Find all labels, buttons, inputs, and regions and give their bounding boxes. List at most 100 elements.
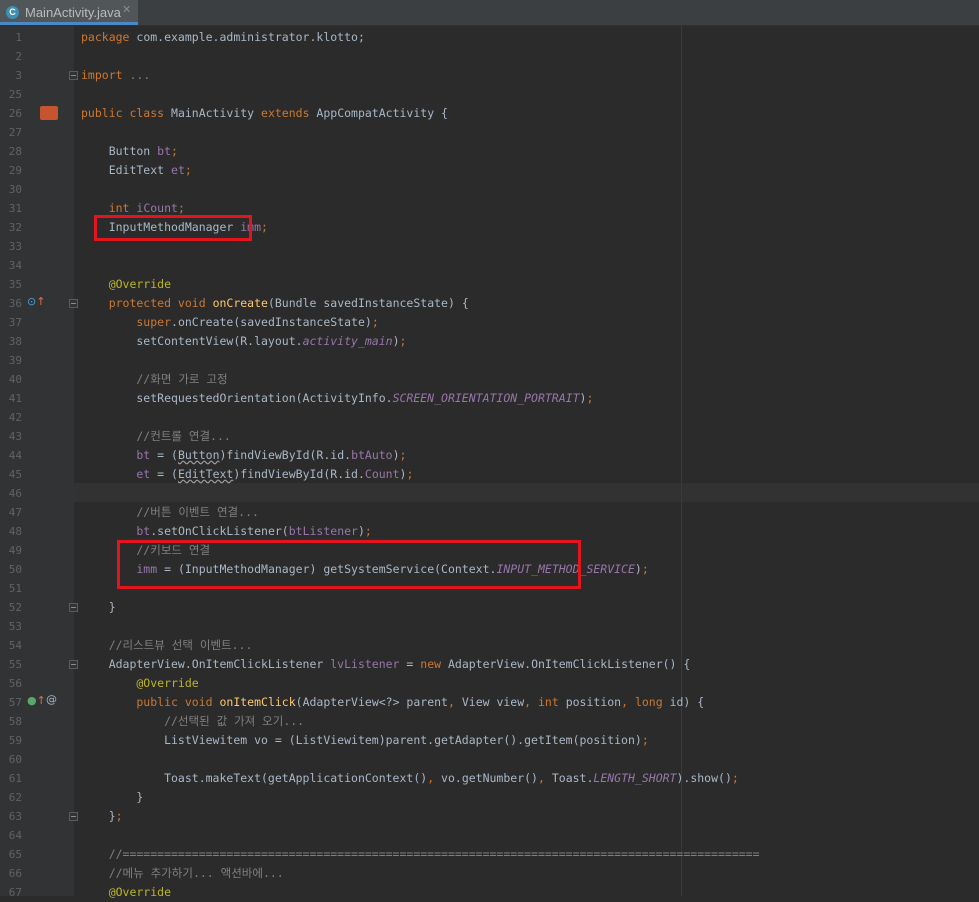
line-number: 49 bbox=[8, 544, 22, 557]
code-line[interactable]: //컨트롤 연결... bbox=[81, 427, 231, 446]
code-token: public void bbox=[81, 695, 220, 709]
code-line[interactable]: @Override bbox=[81, 883, 171, 902]
line-number: 66 bbox=[8, 867, 22, 880]
code-line[interactable]: } bbox=[81, 598, 116, 617]
code-token: , int bbox=[524, 695, 566, 709]
tab-mainactivity[interactable]: C MainActivity.java ✕ bbox=[0, 0, 138, 25]
code-token: )findViewById(R.id. bbox=[219, 448, 352, 462]
code-token: import bbox=[81, 68, 130, 82]
line-number: 63 bbox=[8, 810, 22, 823]
code-token: SCREEN_ORIENTATION_PORTRAIT bbox=[392, 391, 580, 405]
code-token: Toast. bbox=[551, 771, 594, 785]
code-token: , long bbox=[621, 695, 670, 709]
code-token: AdapterView.OnItemClickListener bbox=[81, 657, 331, 671]
implement-method-icon[interactable]: ●↑ bbox=[27, 695, 46, 707]
code-token: LENGTH_SHORT bbox=[593, 771, 677, 785]
code-token: View view bbox=[461, 695, 525, 709]
code-line[interactable]: //메뉴 추가하기... 액션바에... bbox=[81, 864, 284, 883]
code-token: extends bbox=[261, 106, 317, 120]
code-token: ; bbox=[184, 163, 192, 177]
code-token: ; bbox=[641, 733, 649, 747]
line-number: 50 bbox=[8, 563, 22, 576]
code-token: setRequestedOrientation(ActivityInfo. bbox=[81, 391, 393, 405]
fold-toggle-icon[interactable] bbox=[69, 660, 78, 669]
code-line[interactable]: //리스트뷰 선택 이벤트... bbox=[81, 636, 253, 655]
line-number: 35 bbox=[8, 278, 22, 291]
code-line[interactable]: Toast.makeText(getApplicationContext(), … bbox=[81, 769, 739, 788]
code-line[interactable]: ListViewitem vo = (ListViewitem)parent.g… bbox=[81, 731, 649, 750]
code-line[interactable]: public void onItemClick(AdapterView<?> p… bbox=[81, 693, 704, 712]
code-token: = bbox=[399, 657, 421, 671]
highlight-box-imm-field bbox=[94, 215, 252, 241]
code-token: ) bbox=[392, 334, 400, 348]
code-line[interactable]: super.onCreate(savedInstanceState); bbox=[81, 313, 378, 332]
code-token: } bbox=[81, 809, 116, 823]
line-number: 38 bbox=[8, 335, 22, 348]
code-token: ; bbox=[115, 809, 123, 823]
code-token: ; bbox=[364, 524, 372, 538]
line-number: 33 bbox=[8, 240, 22, 253]
code-line[interactable]: AdapterView.OnItemClickListener lvListen… bbox=[81, 655, 691, 674]
line-number: 55 bbox=[8, 658, 22, 671]
code-line[interactable]: //화면 가로 고정 bbox=[81, 370, 227, 389]
code-line[interactable]: bt.setOnClickListener(btListener); bbox=[81, 522, 372, 541]
code-token: //버튼 이벤트 연결... bbox=[81, 505, 259, 519]
code-token: et bbox=[81, 467, 151, 481]
code-line[interactable]: //======================================… bbox=[81, 845, 760, 864]
code-line[interactable]: }; bbox=[81, 807, 123, 826]
code-token: ) bbox=[392, 448, 400, 462]
code-line[interactable]: @Override bbox=[81, 275, 171, 294]
code-token: btListener bbox=[288, 524, 358, 538]
code-token: } bbox=[81, 790, 144, 804]
code-line[interactable]: package com.example.administrator.klotto… bbox=[81, 28, 365, 47]
code-token: Button bbox=[81, 144, 158, 158]
line-number: 58 bbox=[8, 715, 22, 728]
code-token: @Override bbox=[81, 277, 172, 291]
code-token: iCount bbox=[136, 201, 178, 215]
line-number: 51 bbox=[8, 582, 22, 595]
annotation-at-icon: @ bbox=[46, 693, 57, 706]
code-token: . bbox=[171, 315, 178, 329]
code-line[interactable]: et = (EditText)findViewById(R.id.Count); bbox=[81, 465, 413, 484]
code-token: onCreate(savedInstanceState) bbox=[177, 315, 372, 329]
fold-toggle-icon[interactable] bbox=[69, 299, 78, 308]
code-line[interactable]: EditText et; bbox=[81, 161, 192, 180]
code-token: id) { bbox=[669, 695, 705, 709]
code-token: et bbox=[171, 163, 185, 177]
code-line[interactable]: setRequestedOrientation(ActivityInfo.SCR… bbox=[81, 389, 593, 408]
code-token: //컨트롤 연결... bbox=[81, 429, 231, 443]
code-line[interactable]: setContentView(R.layout.activity_main); bbox=[81, 332, 406, 351]
override-method-icon[interactable]: ⊙↑ bbox=[27, 296, 45, 308]
fold-toggle-icon[interactable] bbox=[69, 812, 78, 821]
layout-xml-icon[interactable] bbox=[40, 106, 58, 120]
close-tab-icon[interactable]: ✕ bbox=[122, 3, 131, 16]
code-token: //리스트뷰 선택 이벤트... bbox=[81, 638, 253, 652]
code-token: setContentView(R.layout. bbox=[81, 334, 303, 348]
fold-toggle-icon[interactable] bbox=[69, 603, 78, 612]
code-line[interactable]: @Override bbox=[81, 674, 199, 693]
line-number: 54 bbox=[8, 639, 22, 652]
code-line[interactable]: //선택된 값 가져 오기... bbox=[81, 712, 304, 731]
code-line[interactable]: import ... bbox=[81, 66, 150, 85]
line-number: 2 bbox=[15, 50, 22, 63]
code-token: = ( bbox=[150, 448, 178, 462]
code-line[interactable]: //버튼 이벤트 연결... bbox=[81, 503, 259, 522]
code-token: @Override bbox=[81, 676, 199, 690]
code-token: ; bbox=[399, 334, 407, 348]
code-token: makeText(getApplicationContext() bbox=[205, 771, 428, 785]
fold-toggle-icon[interactable] bbox=[69, 71, 78, 80]
code-line[interactable]: bt = (Button)findViewById(R.id.btAuto); bbox=[81, 446, 406, 465]
line-number: 36 bbox=[8, 297, 22, 310]
line-number: 34 bbox=[8, 259, 22, 272]
line-number: 67 bbox=[8, 886, 22, 899]
code-line[interactable]: Button bt; bbox=[81, 142, 178, 161]
line-number: 39 bbox=[8, 354, 22, 367]
line-number: 31 bbox=[8, 202, 22, 215]
line-number: 59 bbox=[8, 734, 22, 747]
code-line[interactable]: public class MainActivity extends AppCom… bbox=[81, 104, 448, 123]
code-line[interactable]: } bbox=[81, 788, 143, 807]
code-line[interactable]: protected void onCreate(Bundle savedInst… bbox=[81, 294, 469, 313]
current-line-highlight bbox=[74, 483, 979, 502]
line-number: 56 bbox=[8, 677, 22, 690]
line-number: 40 bbox=[8, 373, 22, 386]
